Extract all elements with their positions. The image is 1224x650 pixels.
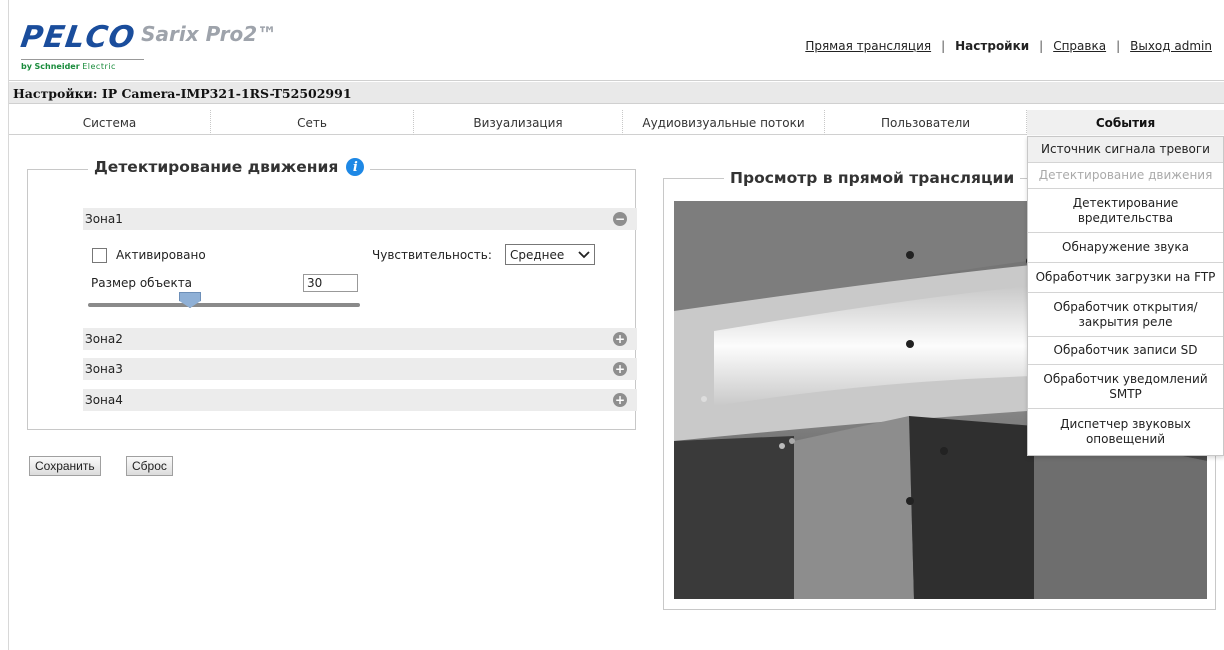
nav-separator: |: [941, 39, 946, 53]
nav-settings-link[interactable]: Настройки: [955, 39, 1029, 53]
tab-system[interactable]: Система: [9, 110, 211, 135]
collapse-icon[interactable]: −: [613, 212, 627, 226]
nav-separator: |: [1039, 39, 1044, 53]
zone-label: Зона1: [85, 212, 123, 226]
sensitivity-select[interactable]: Среднее: [505, 244, 595, 265]
chevron-down-icon: [578, 250, 590, 258]
tab-users[interactable]: Пользователи: [825, 110, 1027, 135]
logo-brand: PELCO: [18, 20, 138, 55]
expand-icon[interactable]: +: [613, 332, 627, 346]
logo-company: Schneider: [34, 62, 80, 71]
zone-header-1[interactable]: Зона1 −: [83, 208, 637, 230]
page-title: Настройки: IP Camera-IMP321-1RS-T5250299…: [9, 82, 1224, 104]
top-navigation: Прямая трансляция | Настройки | Справка | Выхо…: [805, 39, 1212, 53]
tab-network[interactable]: Сеть: [211, 110, 414, 135]
tab-imaging[interactable]: Визуализация: [414, 110, 623, 135]
menu-item-audio-detection[interactable]: Обнаружение звука: [1028, 233, 1223, 263]
object-size-input[interactable]: 30: [303, 274, 358, 292]
main-tabs: Система Сеть Визуализация Аудиовизуальны…: [9, 110, 1224, 135]
zone1-enabled-checkbox[interactable]: [92, 248, 107, 263]
nav-help-link[interactable]: Справка: [1053, 39, 1106, 53]
expand-icon[interactable]: +: [613, 393, 627, 407]
logo-by: by: [21, 62, 32, 71]
zone-label: Зона4: [85, 393, 123, 407]
object-size-slider-track[interactable]: [88, 303, 360, 307]
expand-icon[interactable]: +: [613, 362, 627, 376]
motion-detection-heading: Детектирование движения i: [88, 158, 371, 176]
info-icon[interactable]: i: [346, 158, 365, 176]
logo-product: Sarix Pro2™: [141, 22, 278, 46]
tab-events[interactable]: События: [1027, 110, 1224, 135]
menu-item-audio-alert-manager[interactable]: Диспетчер звуковых оповещений: [1028, 409, 1223, 455]
nav-separator: |: [1116, 39, 1121, 53]
logo: PELCO Sarix Pro2™ by Schneider Electric: [18, 20, 278, 71]
menu-item-ftp-handler[interactable]: Обработчик загрузки на FTP: [1028, 263, 1223, 293]
zone-header-3[interactable]: Зона3 +: [83, 358, 637, 380]
nav-logout-link[interactable]: Выход admin: [1130, 39, 1212, 53]
menu-item-relay-handler[interactable]: Обработчик открытия/закрытия реле: [1028, 293, 1223, 337]
logo-divider: [21, 59, 144, 60]
zone-header-4[interactable]: Зона4 +: [83, 389, 637, 411]
reset-button[interactable]: Сброс: [126, 456, 173, 476]
header: PELCO Sarix Pro2™ by Schneider Electric П…: [9, 0, 1224, 81]
sensitivity-label: Чувствительность:: [372, 248, 492, 262]
logo-byline: by Schneider Electric: [21, 62, 116, 71]
menu-item-motion-detection: Детектирование движения: [1028, 163, 1223, 189]
live-view-heading: Просмотр в прямой трансляции: [724, 169, 1021, 187]
menu-item-smtp-handler[interactable]: Обработчик уведомлений SMTP: [1028, 365, 1223, 409]
zone1-enabled-label: Активировано: [116, 248, 206, 262]
zone-header-2[interactable]: Зона2 +: [83, 328, 637, 350]
zone-label: Зона2: [85, 332, 123, 346]
sensitivity-value: Среднее: [510, 247, 565, 262]
save-button[interactable]: Сохранить: [29, 456, 101, 476]
motion-detection-title: Детектирование движения: [94, 158, 339, 176]
motion-detection-panel: Детектирование движения i Зона1 − Активи…: [27, 158, 637, 430]
events-menu: Источник сигнала тревоги Детектирование …: [1027, 136, 1224, 456]
menu-item-alarm-source[interactable]: Источник сигнала тревоги: [1028, 137, 1223, 163]
zone-label: Зона3: [85, 362, 123, 376]
tab-av-streams[interactable]: Аудиовизуальные потоки: [623, 110, 825, 135]
object-size-label: Размер объекта: [91, 276, 193, 290]
menu-item-tamper-detection[interactable]: Детектирование вредительства: [1028, 189, 1223, 233]
nav-live-link[interactable]: Прямая трансляция: [805, 39, 931, 53]
menu-item-sd-record-handler[interactable]: Обработчик записи SD: [1028, 337, 1223, 365]
logo-company-sub: Electric: [82, 62, 116, 71]
